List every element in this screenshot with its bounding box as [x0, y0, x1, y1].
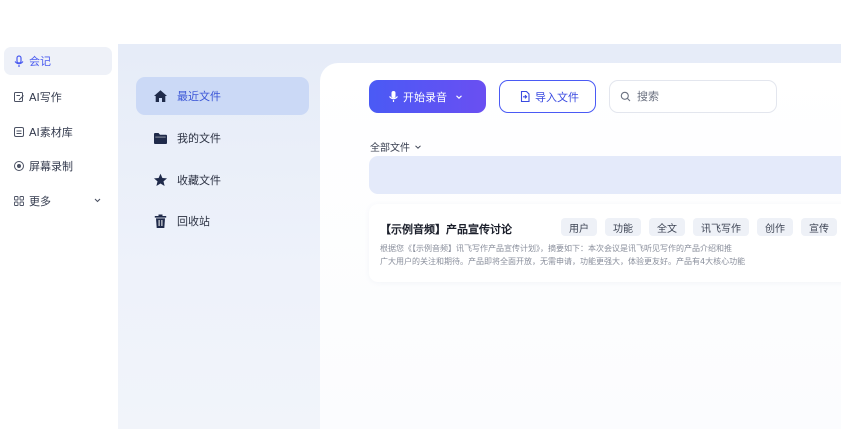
import-file-label: 导入文件: [535, 90, 579, 104]
filter-bar: [369, 156, 841, 194]
summary-line: 广大用户的关注和期待。产品即将全面开放，无需申请，功能更强大，体验更友好。产品有…: [380, 257, 746, 266]
tag[interactable]: 创作: [757, 218, 793, 236]
sidebar-item-label: 回收站: [177, 215, 210, 228]
folder-icon: [152, 130, 168, 146]
grid-icon: [12, 194, 26, 208]
sidebar-item-recent[interactable]: 最近文件: [136, 77, 309, 115]
file-card-summary: 根据您《【示例音频】讯飞写作产品宣传计划》，摘要如下：本次会议是讯飞听见写作的产…: [380, 242, 841, 268]
nav-item-ai-writing[interactable]: AI写作: [4, 83, 112, 111]
file-import-icon: [519, 90, 531, 103]
nav-item-label: AI素材库: [29, 126, 73, 139]
file-card[interactable]: 【示例音频】产品宣传讨论 用户 功能 全文 讯飞写作 创作 宣传 根据您《【示例…: [369, 204, 841, 282]
nav-item-ai-library[interactable]: AI素材库: [4, 118, 112, 146]
home-icon: [152, 88, 168, 104]
chevron-down-icon: [414, 143, 422, 151]
chevron-down-icon: [455, 93, 463, 101]
tag[interactable]: 宣传: [801, 218, 837, 236]
import-file-button[interactable]: 导入文件: [499, 80, 596, 113]
summary-line: 根据您《【示例音频】讯飞写作产品宣传计划》，摘要如下：本次会议是讯飞听见写作的产…: [380, 244, 732, 253]
sidebar-item-trash[interactable]: 回收站: [136, 202, 309, 240]
trash-icon: [152, 213, 168, 229]
start-recording-label: 开始录音: [403, 90, 447, 104]
mic-icon: [12, 54, 26, 68]
search-input[interactable]: [637, 90, 757, 103]
file-card-title: 【示例音频】产品宣传讨论: [380, 223, 512, 236]
star-icon: [152, 172, 168, 188]
sidebar-item-favorites[interactable]: 收藏文件: [136, 161, 309, 199]
nav-item-label: 会记: [29, 55, 51, 68]
all-files-dropdown[interactable]: 全部文件: [370, 139, 422, 154]
tag[interactable]: 讯飞写作: [693, 218, 749, 236]
search-box[interactable]: [609, 80, 777, 113]
all-files-label: 全部文件: [370, 143, 410, 154]
nav-item-label: AI写作: [29, 91, 62, 104]
record-icon: [12, 159, 26, 173]
nav-item-huiji[interactable]: 会记: [4, 47, 112, 75]
main-panel: 开始录音 导入文件 全部文件 【示例音频】产品宣传讨论 用户 功能 全文 讯飞写…: [320, 63, 841, 429]
sidebar-item-my-files[interactable]: 我的文件: [136, 119, 309, 157]
start-recording-button[interactable]: 开始录音: [369, 80, 486, 113]
tag[interactable]: 全文: [649, 218, 685, 236]
edit-doc-icon: [12, 90, 26, 104]
library-icon: [12, 125, 26, 139]
nav-item-label: 更多: [29, 195, 51, 208]
nav-item-screen-record[interactable]: 屏幕录制: [4, 152, 112, 180]
nav-item-more[interactable]: 更多: [4, 187, 112, 215]
tag[interactable]: 功能: [605, 218, 641, 236]
sidebar-item-label: 最近文件: [177, 90, 221, 103]
file-sidebar: 最近文件 我的文件 收藏文件 回收站: [118, 44, 320, 429]
search-icon: [620, 91, 631, 102]
sidebar-item-label: 收藏文件: [177, 174, 221, 187]
tag-list: 用户 功能 全文 讯飞写作 创作 宣传: [561, 218, 837, 236]
chevron-down-icon: [93, 195, 102, 208]
left-nav: 会记 AI写作 AI素材库 屏幕录制 更多: [0, 0, 118, 429]
tag[interactable]: 用户: [561, 218, 597, 236]
nav-item-label: 屏幕录制: [29, 160, 73, 173]
sidebar-item-label: 我的文件: [177, 132, 221, 145]
mic-icon: [388, 90, 399, 103]
